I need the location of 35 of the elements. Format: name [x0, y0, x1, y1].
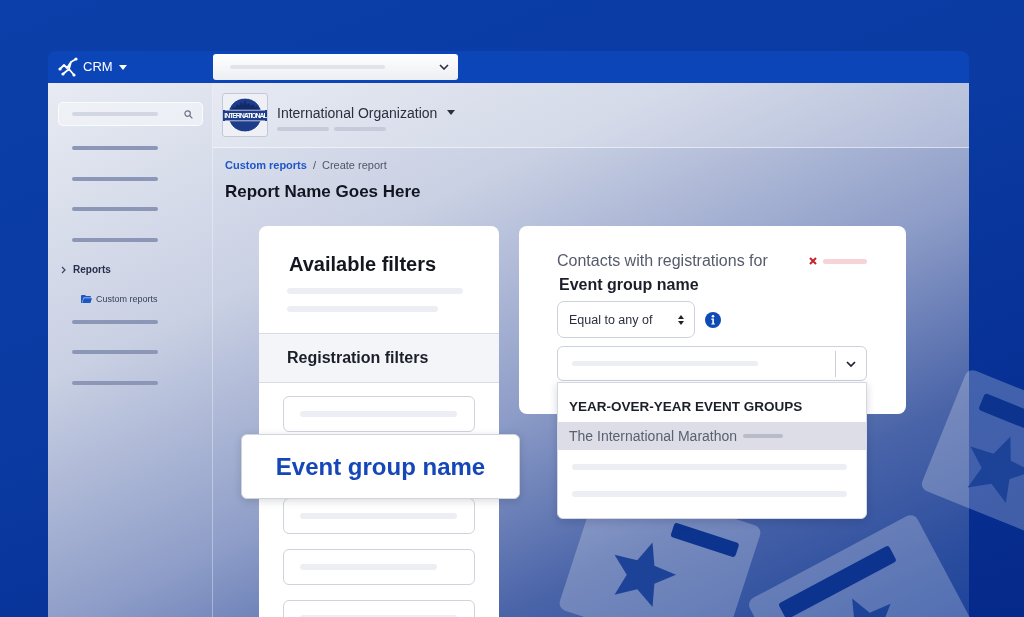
- info-icon[interactable]: [705, 311, 721, 328]
- breadcrumb-link[interactable]: Custom reports: [225, 157, 307, 173]
- caret-down-icon: [447, 110, 456, 115]
- section-title: Registration filters: [287, 349, 429, 367]
- filter-item[interactable]: [283, 396, 475, 432]
- nav-item[interactable]: Custom reports: [81, 292, 158, 305]
- remove-button[interactable]: [809, 257, 867, 265]
- close-icon: [809, 257, 817, 265]
- field-label: Event group name: [558, 275, 700, 295]
- dragged-filter-chip[interactable]: Event group name: [241, 434, 520, 499]
- breadcrumb-current: Create report: [321, 158, 387, 173]
- nav-item[interactable]: Reports: [61, 262, 111, 277]
- chevron-right-icon: [61, 265, 66, 274]
- running-figure-icon: [58, 57, 78, 77]
- folder-icon: [81, 294, 92, 303]
- breadcrumb-separator: /: [312, 158, 316, 173]
- multi-select-field[interactable]: [557, 346, 867, 381]
- filter-prompt: Contacts with registrations for: [557, 251, 768, 271]
- card-title: Available filters: [289, 252, 437, 277]
- group-heading: YEAR-OVER-YEAR EVENT GROUPS: [568, 398, 804, 416]
- chevron-down-icon: [846, 360, 856, 367]
- operator-select[interactable]: Equal to any of: [557, 301, 695, 338]
- chevron-down-icon: [439, 64, 449, 70]
- app-menu-button[interactable]: CRM: [83, 59, 127, 75]
- caret-down-icon: [118, 64, 127, 70]
- search-icon: [184, 109, 193, 119]
- filter-item[interactable]: [283, 549, 475, 585]
- page-title: Report Name Goes Here: [225, 181, 422, 203]
- dropdown-option[interactable]: The International Marathon: [558, 422, 866, 450]
- placeholder-bar: [334, 126, 386, 131]
- organization-switcher[interactable]: International Organization: [277, 103, 456, 122]
- sort-arrows-icon: [678, 314, 684, 325]
- dropdown-field[interactable]: [213, 54, 458, 80]
- placeholder-bar: [277, 126, 329, 131]
- search-field[interactable]: [58, 102, 203, 126]
